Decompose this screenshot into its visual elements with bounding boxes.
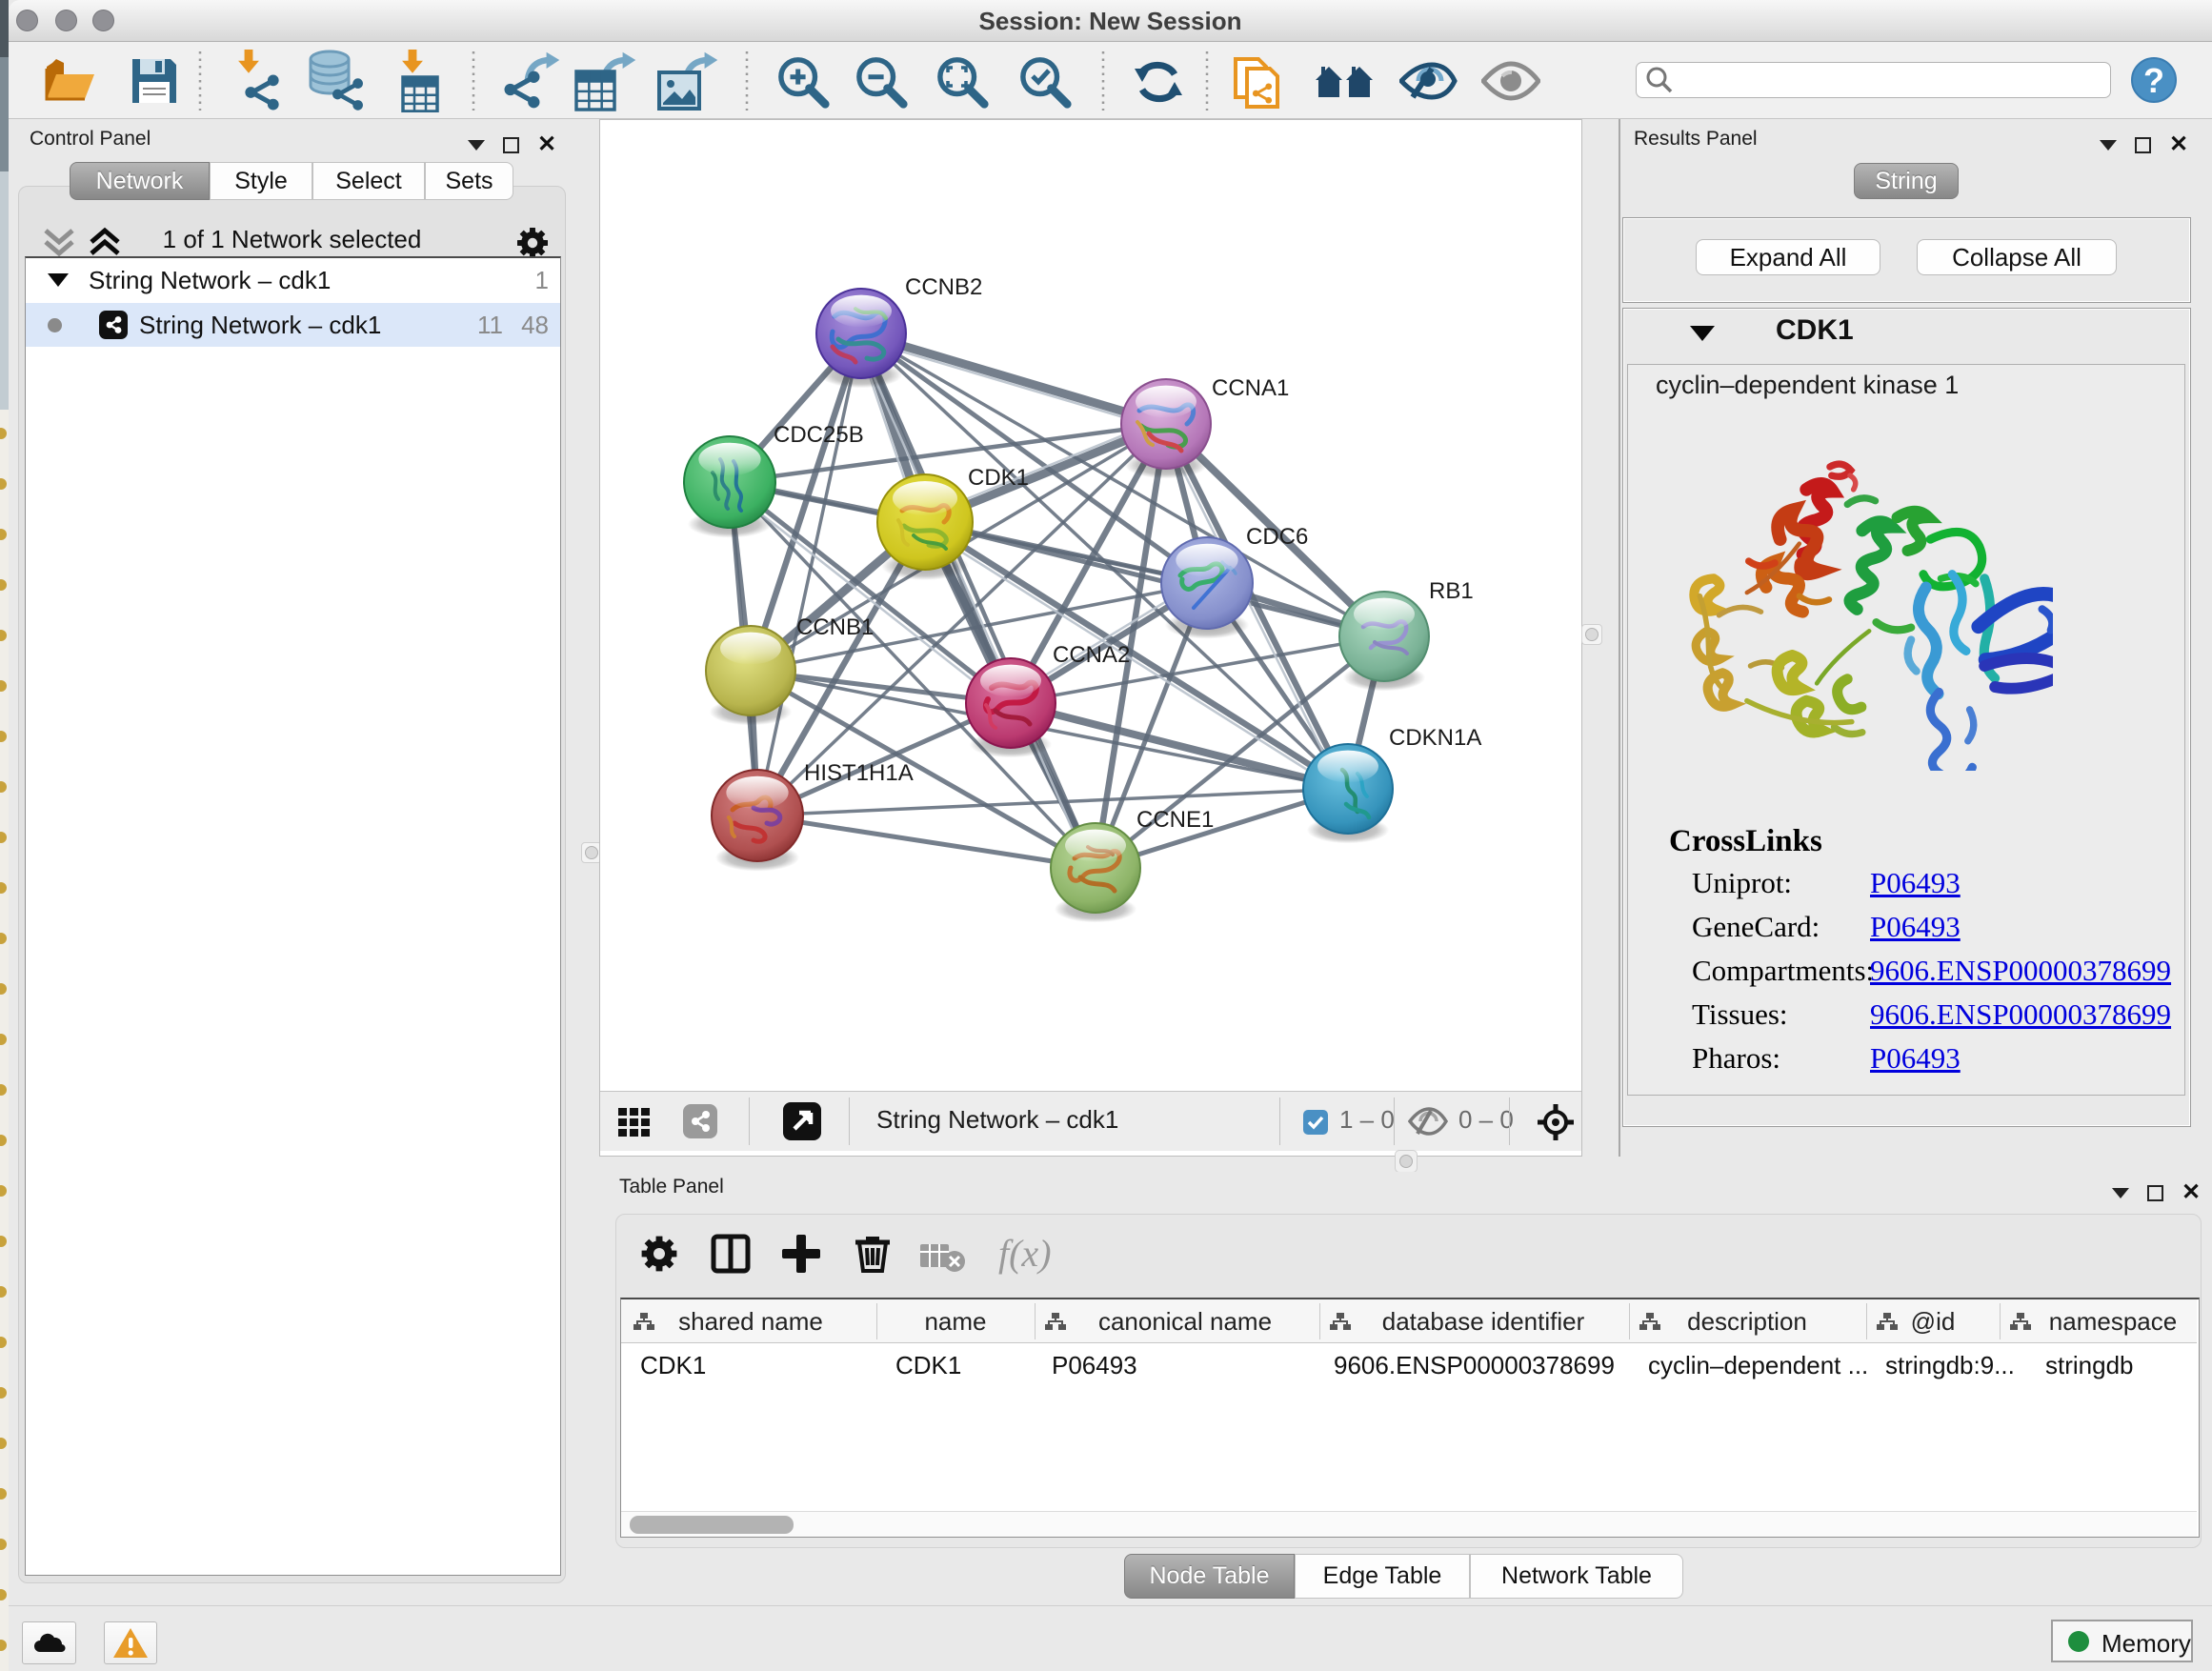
svg-text:CDC25B: CDC25B: [774, 422, 864, 448]
svg-text:CDC6: CDC6: [1246, 524, 1308, 550]
svg-text:CDK1: CDK1: [968, 465, 1029, 491]
svg-text:CCNA2: CCNA2: [1053, 642, 1130, 668]
svg-text:CCNA1: CCNA1: [1212, 375, 1289, 401]
svg-text:CCNB2: CCNB2: [905, 274, 982, 300]
svg-text:RB1: RB1: [1429, 578, 1474, 604]
svg-text:CDKN1A: CDKN1A: [1389, 725, 1481, 751]
svg-text:CCNE1: CCNE1: [1136, 807, 1214, 833]
svg-text:HIST1H1A: HIST1H1A: [804, 760, 914, 786]
svg-text:CCNB1: CCNB1: [796, 614, 874, 640]
